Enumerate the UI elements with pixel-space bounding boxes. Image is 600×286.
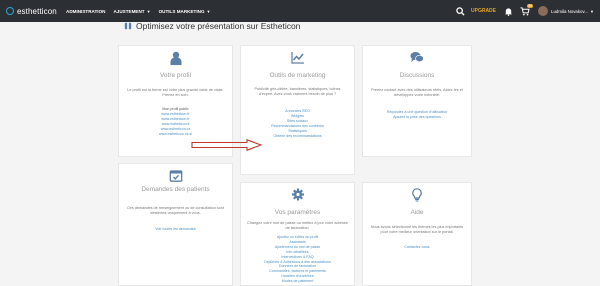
cart-badge: 99 xyxy=(527,4,534,8)
chevron-down-icon: ▼ xyxy=(146,8,151,14)
card-description: Publicité géo-ciblée, bannières, statist… xyxy=(254,87,341,96)
search-icon[interactable] xyxy=(455,6,465,16)
annotation-arrow-icon xyxy=(191,139,263,151)
user-icon xyxy=(170,51,181,65)
discussion-link[interactable]: Ajoutez la prise des questions xyxy=(363,115,471,120)
line-chart-icon xyxy=(290,52,304,64)
logo-text: esthetticon xyxy=(17,6,57,16)
contact-link[interactable]: Contactez-nous xyxy=(363,245,471,250)
user-name[interactable]: Ludmila Novakov... xyxy=(551,9,588,14)
nav-ajustement[interactable]: AJUSTEMENT ▼ xyxy=(113,9,150,14)
card-description: Le profil est la forme est votre plus gr… xyxy=(127,88,224,97)
gear-icon xyxy=(291,188,304,201)
card-description: Changez votre mot de passe ou mettez à j… xyxy=(247,221,348,230)
page-title: Optimisez votre présentation sur Estheti… xyxy=(124,21,300,31)
card-discussions: Discussions Prenez contact avec des util… xyxy=(362,45,472,157)
requests-link[interactable]: Voir toutes les demandes xyxy=(119,227,232,232)
card-outils-marketing: Outils de marketing Publicité géo-ciblée… xyxy=(240,45,355,175)
card-demandes-patients: Demandes des patients Ces demandes de re… xyxy=(118,163,233,286)
card-title: Outils de marketing xyxy=(269,72,326,79)
logo[interactable]: esthetticon xyxy=(6,7,58,16)
card-links: Contactez-nous xyxy=(363,245,471,250)
topbar-tools: UPGRADE 99 Ludmila Novakov... ▼ xyxy=(448,0,594,22)
card-title: Discussions xyxy=(399,72,435,79)
avatar[interactable] xyxy=(538,6,549,16)
top-navigation-bar: esthetticon ADMINISTRATION AJUSTEMENT ▼ O… xyxy=(0,0,600,22)
card-links: Voir toutes les demandes xyxy=(119,227,232,232)
nav-administration-label: ADMINISTRATION xyxy=(66,8,106,14)
card-links: Annonces SEO Widgets Sites sociaux Recom… xyxy=(241,109,354,138)
page-title-text: Optimisez votre présentation sur Estheti… xyxy=(136,21,301,31)
get-recommendations-link[interactable]: Obtenir des recommandations xyxy=(241,134,354,139)
card-description: Ces demandes de renseignement ou de cons… xyxy=(126,206,225,215)
logo-mark-icon xyxy=(6,7,14,15)
card-title: Votre profil xyxy=(159,72,192,79)
nav-administration[interactable]: ADMINISTRATION xyxy=(66,9,105,14)
nav-ajustement-label: AJUSTEMENT xyxy=(113,8,145,14)
card-vos-parametres: Vos paramètres Changez votre mot de pass… xyxy=(240,182,355,286)
profile-link[interactable]: www.estheticon.cs.sl xyxy=(119,132,232,137)
dashboard-content: Optimisez votre présentation sur Estheti… xyxy=(112,21,475,286)
chevron-down-icon[interactable]: ▼ xyxy=(590,9,594,14)
chat-bubbles-icon xyxy=(410,52,424,63)
puzzle-icon xyxy=(124,22,132,30)
card-title: Aide xyxy=(410,209,424,216)
lightbulb-icon xyxy=(412,188,422,202)
shopping-cart-icon[interactable]: 99 xyxy=(520,4,534,16)
card-description: Nous avons sélectionné les thèmes les pl… xyxy=(370,225,464,234)
card-aide: Aide Nous avons sélectionné les thèmes l… xyxy=(362,182,472,286)
bell-icon[interactable] xyxy=(503,6,513,16)
card-description: Prenez contact avec des utilisateurs rée… xyxy=(371,88,463,97)
card-title: Demandes des patients xyxy=(141,186,210,193)
nav-outils-marketing-label: OUTILS MARKETING xyxy=(158,8,205,14)
chevron-down-icon: ▼ xyxy=(206,8,211,14)
nav-outils-marketing[interactable]: OUTILS MARKETING ▼ xyxy=(159,9,211,14)
card-links: Ajoutez ou éditez du profil Assistants A… xyxy=(241,235,354,284)
card-links: Répondez à une question d'utilisateur Aj… xyxy=(363,110,471,120)
card-links: Mon profil public www.estheticon.fr www.… xyxy=(119,107,232,136)
card-title: Vos paramètres xyxy=(274,209,321,216)
calendar-check-icon xyxy=(169,170,182,182)
upgrade-link[interactable]: UPGRADE xyxy=(471,8,496,14)
settings-link[interactable]: Modes de paiement xyxy=(241,279,354,284)
